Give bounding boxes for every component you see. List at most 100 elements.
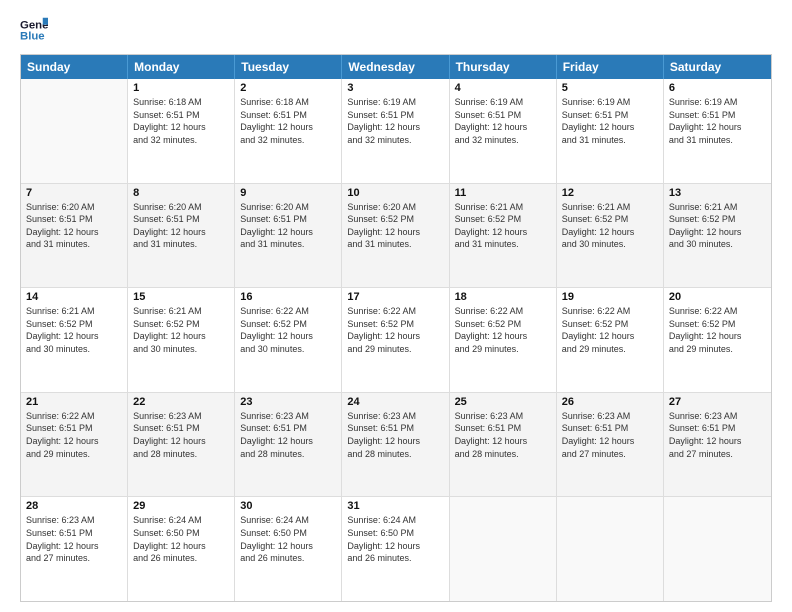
calendar: SundayMondayTuesdayWednesdayThursdayFrid… (20, 54, 772, 602)
calendar-cell: 28Sunrise: 6:23 AM Sunset: 6:51 PM Dayli… (21, 497, 128, 601)
calendar-week-3: 14 Sunrise: 6:21 AM Sunset: 6:52 PM Dayli… (21, 288, 771, 393)
calendar-cell: 21 Sunrise: 6:22 AM Sunset: 6:51 PM Dayli… (21, 393, 128, 497)
calendar-cell: 24 Sunrise: 6:23 AM Sunset: 6:51 PM Dayli… (342, 393, 449, 497)
day-number: 22 (133, 396, 229, 408)
header-day-monday: Monday (128, 55, 235, 79)
header-day-tuesday: Tuesday (235, 55, 342, 79)
calendar-cell: 26 Sunrise: 6:23 AM Sunset: 6:51 PM Dayli… (557, 393, 664, 497)
calendar-week-5: 28Sunrise: 6:23 AM Sunset: 6:51 PM Dayli… (21, 497, 771, 601)
header-day-wednesday: Wednesday (342, 55, 449, 79)
day-number: 16 (240, 291, 336, 303)
calendar-cell: 13 Sunrise: 6:21 AM Sunset: 6:52 PM Dayli… (664, 184, 771, 288)
day-info: Sunrise: 6:24 AM Sunset: 6:50 PM Dayligh… (133, 514, 229, 564)
logo: General Blue (20, 16, 52, 44)
day-number: 19 (562, 291, 658, 303)
day-info: Sunrise: 6:20 AM Sunset: 6:51 PM Dayligh… (26, 201, 122, 251)
calendar-cell: 19 Sunrise: 6:22 AM Sunset: 6:52 PM Dayli… (557, 288, 664, 392)
day-info: Sunrise: 6:23 AM Sunset: 6:51 PM Dayligh… (240, 410, 336, 460)
calendar-cell: 22 Sunrise: 6:23 AM Sunset: 6:51 PM Dayli… (128, 393, 235, 497)
day-info: Sunrise: 6:23 AM Sunset: 6:51 PM Dayligh… (133, 410, 229, 460)
day-number: 9 (240, 187, 336, 199)
calendar-cell: 31Sunrise: 6:24 AM Sunset: 6:50 PM Dayli… (342, 497, 449, 601)
day-number: 24 (347, 396, 443, 408)
day-number: 5 (562, 82, 658, 94)
day-info: Sunrise: 6:21 AM Sunset: 6:52 PM Dayligh… (26, 305, 122, 355)
day-info: Sunrise: 6:21 AM Sunset: 6:52 PM Dayligh… (562, 201, 658, 251)
day-info: Sunrise: 6:19 AM Sunset: 6:51 PM Dayligh… (455, 96, 551, 146)
svg-text:Blue: Blue (20, 31, 45, 43)
calendar-cell: 11 Sunrise: 6:21 AM Sunset: 6:52 PM Dayli… (450, 184, 557, 288)
day-info: Sunrise: 6:22 AM Sunset: 6:51 PM Dayligh… (26, 410, 122, 460)
day-number: 4 (455, 82, 551, 94)
calendar-cell: 25 Sunrise: 6:23 AM Sunset: 6:51 PM Dayli… (450, 393, 557, 497)
calendar-cell (664, 497, 771, 601)
day-info: Sunrise: 6:23 AM Sunset: 6:51 PM Dayligh… (347, 410, 443, 460)
calendar-cell: 23 Sunrise: 6:23 AM Sunset: 6:51 PM Dayli… (235, 393, 342, 497)
day-info: Sunrise: 6:21 AM Sunset: 6:52 PM Dayligh… (455, 201, 551, 251)
calendar-cell: 12 Sunrise: 6:21 AM Sunset: 6:52 PM Dayli… (557, 184, 664, 288)
calendar-week-2: 7 Sunrise: 6:20 AM Sunset: 6:51 PM Daylig… (21, 184, 771, 289)
day-number: 18 (455, 291, 551, 303)
calendar-cell: 14 Sunrise: 6:21 AM Sunset: 6:52 PM Dayli… (21, 288, 128, 392)
day-number: 20 (669, 291, 766, 303)
day-info: Sunrise: 6:23 AM Sunset: 6:51 PM Dayligh… (455, 410, 551, 460)
day-number: 2 (240, 82, 336, 94)
calendar-cell: 3 Sunrise: 6:19 AM Sunset: 6:51 PM Daylig… (342, 79, 449, 183)
day-info: Sunrise: 6:20 AM Sunset: 6:52 PM Dayligh… (347, 201, 443, 251)
day-number: 1 (133, 82, 229, 94)
calendar-cell (21, 79, 128, 183)
day-info: Sunrise: 6:22 AM Sunset: 6:52 PM Dayligh… (240, 305, 336, 355)
calendar-cell: 4 Sunrise: 6:19 AM Sunset: 6:51 PM Daylig… (450, 79, 557, 183)
day-info: Sunrise: 6:23 AM Sunset: 6:51 PM Dayligh… (562, 410, 658, 460)
day-number: 11 (455, 187, 551, 199)
calendar-cell: 7 Sunrise: 6:20 AM Sunset: 6:51 PM Daylig… (21, 184, 128, 288)
calendar-cell: 10 Sunrise: 6:20 AM Sunset: 6:52 PM Dayli… (342, 184, 449, 288)
day-info: Sunrise: 6:22 AM Sunset: 6:52 PM Dayligh… (562, 305, 658, 355)
day-info: Sunrise: 6:24 AM Sunset: 6:50 PM Dayligh… (240, 514, 336, 564)
day-info: Sunrise: 6:19 AM Sunset: 6:51 PM Dayligh… (562, 96, 658, 146)
calendar-week-4: 21 Sunrise: 6:22 AM Sunset: 6:51 PM Dayli… (21, 393, 771, 498)
calendar-cell: 20Sunrise: 6:22 AM Sunset: 6:52 PM Dayli… (664, 288, 771, 392)
day-number: 14 (26, 291, 122, 303)
day-info: Sunrise: 6:20 AM Sunset: 6:51 PM Dayligh… (133, 201, 229, 251)
day-number: 15 (133, 291, 229, 303)
day-number: 7 (26, 187, 122, 199)
day-number: 25 (455, 396, 551, 408)
day-number: 17 (347, 291, 443, 303)
day-number: 13 (669, 187, 766, 199)
day-number: 26 (562, 396, 658, 408)
day-number: 6 (669, 82, 766, 94)
day-info: Sunrise: 6:19 AM Sunset: 6:51 PM Dayligh… (347, 96, 443, 146)
logo-icon: General Blue (20, 16, 48, 44)
day-info: Sunrise: 6:18 AM Sunset: 6:51 PM Dayligh… (240, 96, 336, 146)
page-header: General Blue (20, 16, 772, 44)
header-day-sunday: Sunday (21, 55, 128, 79)
calendar-cell: 6Sunrise: 6:19 AM Sunset: 6:51 PM Daylig… (664, 79, 771, 183)
day-number: 28 (26, 500, 122, 512)
day-number: 3 (347, 82, 443, 94)
calendar-week-1: 1 Sunrise: 6:18 AM Sunset: 6:51 PM Daylig… (21, 79, 771, 184)
calendar-cell: 8Sunrise: 6:20 AM Sunset: 6:51 PM Daylig… (128, 184, 235, 288)
day-number: 12 (562, 187, 658, 199)
calendar-cell: 15 Sunrise: 6:21 AM Sunset: 6:52 PM Dayli… (128, 288, 235, 392)
day-number: 30 (240, 500, 336, 512)
day-number: 27 (669, 396, 766, 408)
calendar-cell (557, 497, 664, 601)
calendar-cell: 18 Sunrise: 6:22 AM Sunset: 6:52 PM Dayli… (450, 288, 557, 392)
calendar-cell: 2 Sunrise: 6:18 AM Sunset: 6:51 PM Daylig… (235, 79, 342, 183)
day-info: Sunrise: 6:21 AM Sunset: 6:52 PM Dayligh… (133, 305, 229, 355)
day-number: 21 (26, 396, 122, 408)
header-day-thursday: Thursday (450, 55, 557, 79)
day-info: Sunrise: 6:22 AM Sunset: 6:52 PM Dayligh… (455, 305, 551, 355)
calendar-cell: 27 Sunrise: 6:23 AM Sunset: 6:51 PM Dayli… (664, 393, 771, 497)
day-number: 23 (240, 396, 336, 408)
calendar-cell: 16 Sunrise: 6:22 AM Sunset: 6:52 PM Dayli… (235, 288, 342, 392)
calendar-cell: 17Sunrise: 6:22 AM Sunset: 6:52 PM Dayli… (342, 288, 449, 392)
day-number: 29 (133, 500, 229, 512)
calendar-body: 1 Sunrise: 6:18 AM Sunset: 6:51 PM Daylig… (21, 79, 771, 601)
day-info: Sunrise: 6:18 AM Sunset: 6:51 PM Dayligh… (133, 96, 229, 146)
calendar-cell: 9Sunrise: 6:20 AM Sunset: 6:51 PM Daylig… (235, 184, 342, 288)
day-number: 10 (347, 187, 443, 199)
day-info: Sunrise: 6:23 AM Sunset: 6:51 PM Dayligh… (669, 410, 766, 460)
day-info: Sunrise: 6:21 AM Sunset: 6:52 PM Dayligh… (669, 201, 766, 251)
